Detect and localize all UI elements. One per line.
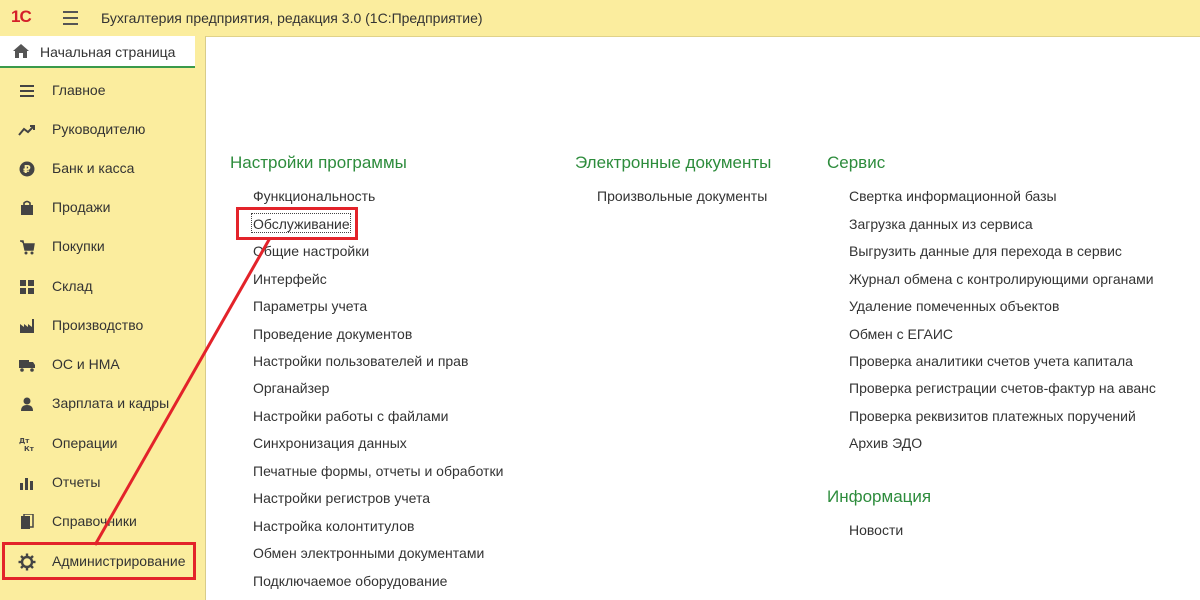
link-accounting-params[interactable]: Параметры учета xyxy=(253,298,367,314)
sidebar-item-label: Операции xyxy=(52,435,118,451)
svg-text:₽: ₽ xyxy=(23,163,31,176)
section-title-info: Информация xyxy=(827,487,932,506)
books-icon xyxy=(18,514,36,530)
sidebar-item-label: Склад xyxy=(52,278,93,294)
link-functionality[interactable]: Функциональность xyxy=(253,188,375,204)
app-title: Бухгалтерия предприятия, редакция 3.0 (1… xyxy=(101,10,483,26)
section-title-edocs: Электронные документы xyxy=(575,153,772,172)
sidebar-item-label: Главное xyxy=(52,82,106,98)
link-arbitrary-documents[interactable]: Произвольные документы xyxy=(597,188,767,204)
administration-highlight-box xyxy=(2,542,196,580)
sidebar-item-salary[interactable]: Зарплата и кадры xyxy=(0,386,205,422)
app-logo[interactable]: 1С xyxy=(11,7,32,27)
section-title-service: Сервис xyxy=(827,153,886,172)
home-page-label: Начальная страница xyxy=(40,44,176,60)
link-edo-archive[interactable]: Архив ЭДО xyxy=(849,435,922,451)
sidebar-item-label: Отчеты xyxy=(52,474,101,490)
sections-panel: Начальная страница Главное Руководителю … xyxy=(0,36,206,600)
sidebar-item-label: Покупки xyxy=(52,238,105,254)
trend-icon xyxy=(18,122,36,138)
main-menu-icon[interactable] xyxy=(63,11,78,29)
sidebar-item-operations[interactable]: Дт Кт Операции xyxy=(0,426,205,462)
link-news[interactable]: Новости xyxy=(849,522,903,538)
sidebar-item-reports[interactable]: Отчеты xyxy=(0,465,205,501)
maintenance-highlight-box xyxy=(236,207,358,240)
link-data-sync[interactable]: Синхронизация данных xyxy=(253,435,407,451)
cart-icon xyxy=(18,239,36,255)
sidebar-item-fixed-assets[interactable]: ОС и НМА xyxy=(0,347,205,383)
link-capital-analytics[interactable]: Проверка аналитики счетов учета капитала xyxy=(849,353,1133,369)
top-bar: 1С Бухгалтерия предприятия, редакция 3.0… xyxy=(0,0,1200,37)
person-icon xyxy=(18,396,36,412)
svg-text:Кт: Кт xyxy=(24,445,35,452)
warehouse-icon xyxy=(18,279,36,295)
sidebar-item-sales[interactable]: Продажи xyxy=(0,190,205,226)
link-registers-settings[interactable]: Настройки регистров учета xyxy=(253,490,430,506)
link-payment-orders-check[interactable]: Проверка реквизитов платежных поручений xyxy=(849,408,1136,424)
link-egais[interactable]: Обмен с ЕГАИС xyxy=(849,326,953,342)
link-users-rights[interactable]: Настройки пользователей и прав xyxy=(253,353,468,369)
sidebar-item-references[interactable]: Справочники xyxy=(0,504,205,540)
sidebar-item-manager[interactable]: Руководителю xyxy=(0,112,205,148)
link-organizer[interactable]: Органайзер xyxy=(253,380,329,396)
sidebar-item-label: Руководителю xyxy=(52,121,146,137)
link-files-settings[interactable]: Настройки работы с файлами xyxy=(253,408,448,424)
link-general-settings[interactable]: Общие настройки xyxy=(253,243,369,259)
factory-icon xyxy=(18,318,36,334)
link-load-from-service[interactable]: Загрузка данных из сервиса xyxy=(849,216,1033,232)
link-delete-marked[interactable]: Удаление помеченных объектов xyxy=(849,298,1059,314)
sidebar-item-warehouse[interactable]: Склад xyxy=(0,269,205,305)
link-headers-footers[interactable]: Настройка колонтитулов xyxy=(253,518,414,534)
sidebar-item-bank[interactable]: ₽ Банк и касса xyxy=(0,151,205,187)
sidebar-item-main[interactable]: Главное xyxy=(0,73,205,109)
sidebar-item-label: Справочники xyxy=(52,513,137,529)
link-db-rollup[interactable]: Свертка информационной базы xyxy=(849,188,1057,204)
sidebar-item-purchases[interactable]: Покупки xyxy=(0,229,205,265)
sidebar-item-label: Зарплата и кадры xyxy=(52,395,170,411)
link-edoc-exchange[interactable]: Обмен электронными документами xyxy=(253,545,484,561)
sidebar-item-label: Производство xyxy=(52,317,144,333)
link-interface[interactable]: Интерфейс xyxy=(253,271,327,287)
section-title-settings: Настройки программы xyxy=(230,153,407,172)
home-page-tab[interactable]: Начальная страница xyxy=(0,36,195,68)
link-export-to-service[interactable]: Выгрузить данные для перехода в сервис xyxy=(849,243,1122,259)
dt-kt-icon: Дт Кт xyxy=(18,436,36,452)
svg-text:Дт: Дт xyxy=(19,437,30,445)
link-exchange-journal[interactable]: Журнал обмена с контролирующими органами xyxy=(849,271,1154,287)
ruble-icon: ₽ xyxy=(18,161,36,177)
sidebar-item-production[interactable]: Производство xyxy=(0,308,205,344)
sidebar-item-label: Банк и касса xyxy=(52,160,135,176)
sidebar-item-label: ОС и НМА xyxy=(52,356,120,372)
link-print-forms[interactable]: Печатные формы, отчеты и обработки xyxy=(253,463,503,479)
link-document-posting[interactable]: Проведение документов xyxy=(253,326,412,342)
sidebar-item-label: Продажи xyxy=(52,199,111,215)
link-equipment[interactable]: Подключаемое оборудование xyxy=(253,573,447,589)
truck-icon xyxy=(18,357,36,373)
link-advance-invoices[interactable]: Проверка регистрации счетов-фактур на ав… xyxy=(849,380,1156,396)
menu-lines-icon xyxy=(18,83,36,99)
shopping-bag-icon xyxy=(18,200,36,216)
home-icon xyxy=(13,44,29,58)
bar-chart-icon xyxy=(18,475,36,491)
